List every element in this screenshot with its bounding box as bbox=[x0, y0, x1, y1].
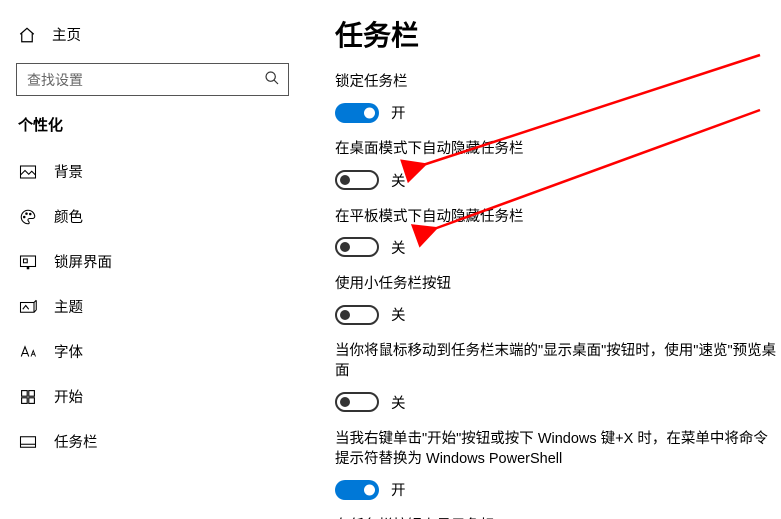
toggle-switch[interactable] bbox=[335, 305, 379, 325]
sidebar-item-colors[interactable]: 颜色 bbox=[16, 194, 289, 239]
toggle-switch[interactable] bbox=[335, 480, 379, 500]
setting-1: 在桌面模式下自动隐藏任务栏关 bbox=[335, 139, 781, 190]
sidebar-item-label: 锁屏界面 bbox=[54, 251, 112, 272]
setting-label: 当你将鼠标移动到任务栏末端的"显示桌面"按钮时，使用"速览"预览桌面 bbox=[335, 341, 781, 382]
search-icon bbox=[264, 70, 280, 89]
search-box[interactable] bbox=[16, 63, 289, 96]
themes-icon bbox=[18, 299, 38, 315]
sidebar-item-label: 颜色 bbox=[54, 206, 83, 227]
setting-2: 在平板模式下自动隐藏任务栏关 bbox=[335, 207, 781, 258]
setting-label: 在桌面模式下自动隐藏任务栏 bbox=[335, 139, 781, 159]
home-icon bbox=[18, 26, 36, 44]
sidebar-item-label: 开始 bbox=[54, 386, 83, 407]
sidebar-item-lockscreen[interactable]: 锁屏界面 bbox=[16, 239, 289, 284]
setting-label: 在平板模式下自动隐藏任务栏 bbox=[335, 207, 781, 227]
toggle-state: 关 bbox=[391, 392, 406, 413]
toggle-state: 关 bbox=[391, 237, 406, 258]
toggle-state: 开 bbox=[391, 479, 406, 500]
sidebar: 主页 个性化 背景 bbox=[0, 0, 305, 519]
home-label: 主页 bbox=[52, 24, 81, 45]
sidebar-item-label: 任务栏 bbox=[54, 431, 98, 452]
sidebar-item-label: 字体 bbox=[54, 341, 83, 362]
start-icon bbox=[18, 389, 38, 405]
sidebar-item-home[interactable]: 主页 bbox=[16, 18, 289, 57]
taskbar-icon bbox=[18, 435, 38, 449]
toggle-switch[interactable] bbox=[335, 392, 379, 412]
toggle-switch[interactable] bbox=[335, 237, 379, 257]
sidebar-item-themes[interactable]: 主题 bbox=[16, 284, 289, 329]
toggle-state: 关 bbox=[391, 304, 406, 325]
setting-label: 锁定任务栏 bbox=[335, 72, 781, 92]
setting-label: 使用小任务栏按钮 bbox=[335, 274, 781, 294]
setting-3: 使用小任务栏按钮关 bbox=[335, 274, 781, 325]
setting-0: 锁定任务栏开 bbox=[335, 72, 781, 123]
sidebar-item-label: 主题 bbox=[54, 296, 83, 317]
toggle-switch[interactable] bbox=[335, 170, 379, 190]
toggle-switch[interactable] bbox=[335, 103, 379, 123]
section-title: 个性化 bbox=[16, 114, 289, 135]
palette-icon bbox=[18, 208, 38, 226]
toggle-state: 开 bbox=[391, 102, 406, 123]
search-input[interactable] bbox=[27, 72, 264, 88]
main-content: 任务栏 锁定任务栏开在桌面模式下自动隐藏任务栏关在平板模式下自动隐藏任务栏关使用… bbox=[305, 0, 781, 519]
setting-5: 当我右键单击"开始"按钮或按下 Windows 键+X 时，在菜单中将命令提示符… bbox=[335, 429, 781, 501]
sidebar-item-fonts[interactable]: 字体 bbox=[16, 329, 289, 374]
setting-label: 当我右键单击"开始"按钮或按下 Windows 键+X 时，在菜单中将命令提示符… bbox=[335, 429, 781, 470]
toggle-state: 关 bbox=[391, 170, 406, 191]
picture-icon bbox=[18, 164, 38, 180]
sidebar-item-background[interactable]: 背景 bbox=[16, 149, 289, 194]
setting-4: 当你将鼠标移动到任务栏末端的"显示桌面"按钮时，使用"速览"预览桌面关 bbox=[335, 341, 781, 413]
lockscreen-icon bbox=[18, 254, 38, 270]
page-title: 任务栏 bbox=[335, 14, 781, 54]
sidebar-item-start[interactable]: 开始 bbox=[16, 374, 289, 419]
fonts-icon bbox=[18, 344, 38, 360]
sidebar-item-label: 背景 bbox=[54, 161, 83, 182]
sidebar-item-taskbar[interactable]: 任务栏 bbox=[16, 419, 289, 464]
